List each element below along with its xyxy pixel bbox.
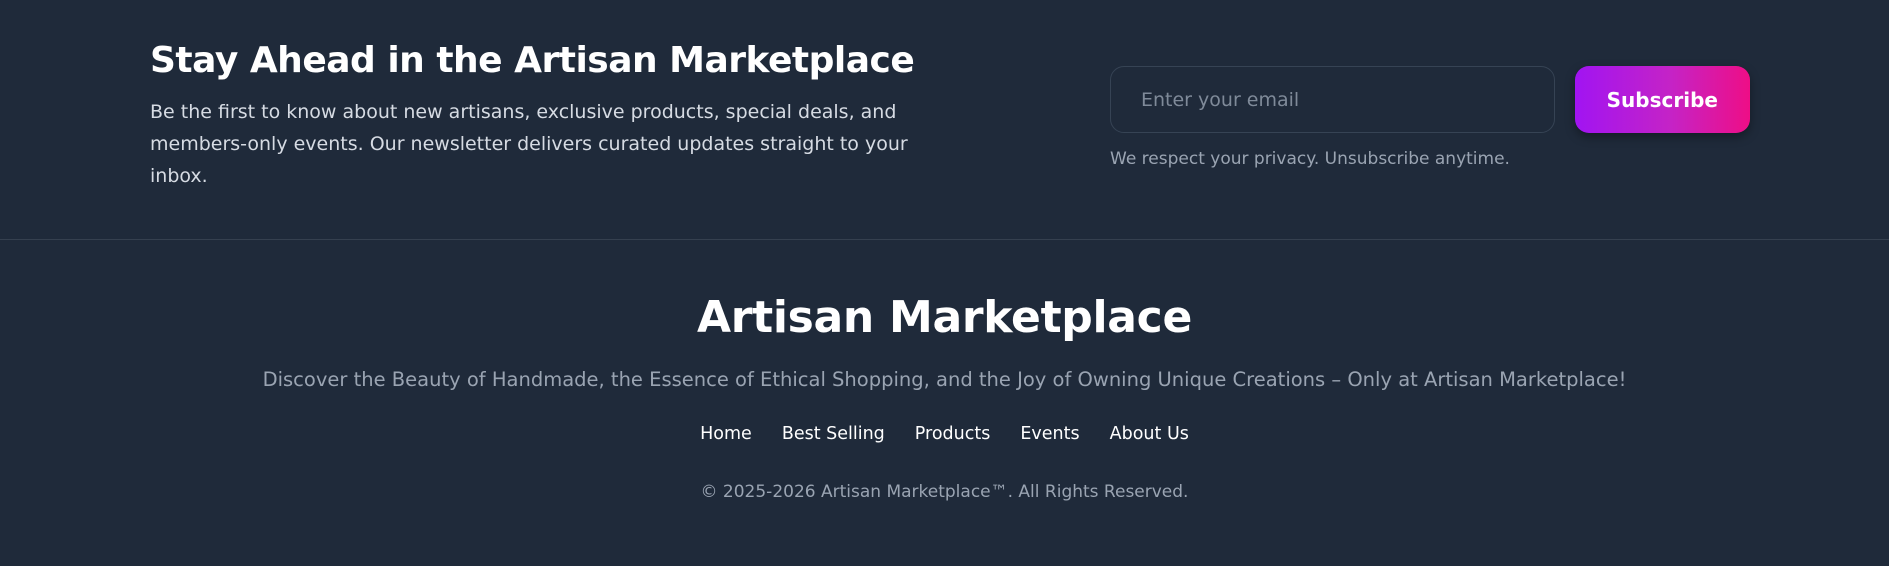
privacy-note: We respect your privacy. Unsubscribe any… [1110, 149, 1510, 169]
site-footer: Artisan Marketplace Discover the Beauty … [0, 290, 1889, 506]
footer-nav-home[interactable]: Home [700, 420, 752, 448]
footer-nav-events[interactable]: Events [1020, 420, 1079, 448]
newsletter-form: Subscribe [1110, 66, 1750, 133]
newsletter-section: Stay Ahead in the Artisan Marketplace Be… [0, 0, 1889, 240]
subscribe-button[interactable]: Subscribe [1574, 66, 1750, 133]
footer-nav: Home Best Selling Products Events About … [0, 420, 1889, 448]
newsletter-intro: Stay Ahead in the Artisan Marketplace Be… [150, 38, 950, 192]
newsletter-description: Be the first to know about new artisans,… [150, 101, 908, 187]
email-input[interactable] [1110, 66, 1555, 133]
newsletter-title: Stay Ahead in the Artisan Marketplace [150, 40, 915, 81]
footer-brand: Artisan Marketplace [696, 292, 1192, 343]
newsletter-signup: Subscribe We respect your privacy. Unsub… [1110, 66, 1750, 169]
footer-nav-about-us[interactable]: About Us [1110, 420, 1189, 448]
footer-nav-products[interactable]: Products [915, 420, 991, 448]
footer-nav-best-selling[interactable]: Best Selling [782, 420, 885, 448]
copyright-text: © 2025-2026 Artisan Marketplace™. All Ri… [700, 482, 1189, 502]
footer-tagline: Discover the Beauty of Handmade, the Ess… [262, 368, 1627, 391]
